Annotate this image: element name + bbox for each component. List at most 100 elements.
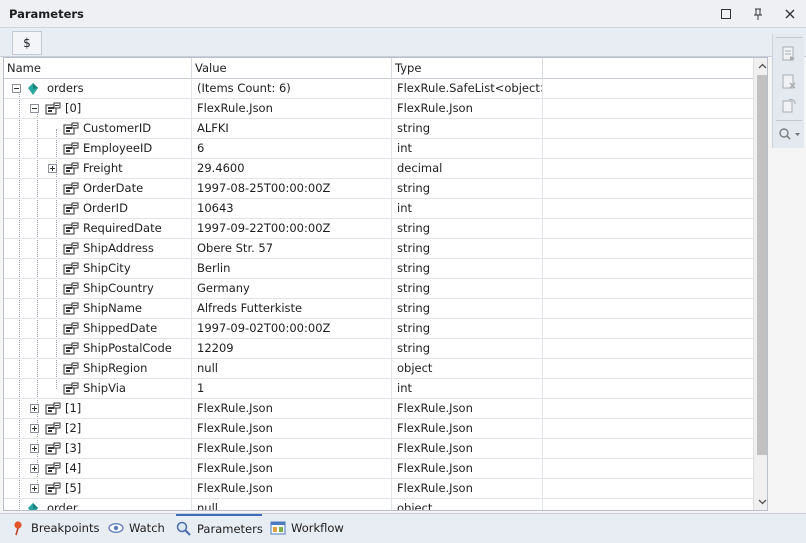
panel-title: Parameters [9, 7, 84, 21]
tab-workflow[interactable]: Workflow [270, 514, 344, 542]
pin-icon[interactable] [748, 4, 768, 24]
table-row[interactable]: [1] FlexRule.Json FlexRule.Json [4, 399, 753, 419]
row-name: RequiredDate [83, 221, 162, 235]
type-cell: string [392, 179, 543, 198]
column-header-name[interactable]: Name [4, 58, 192, 79]
value-cell: 1997-09-02T00:00:00Z [192, 319, 392, 338]
tab-parameters[interactable]: Parameters [176, 514, 263, 542]
type-cell: int [392, 139, 543, 158]
remove-watch-icon[interactable] [779, 72, 799, 92]
type-cell: string [392, 119, 543, 138]
collapse-icon[interactable] [30, 104, 39, 113]
object-icon [63, 202, 79, 216]
object-icon [45, 442, 61, 456]
search-dropdown-icon[interactable] [777, 124, 803, 144]
row-name: [1] [65, 401, 82, 415]
value-cell: 1 [192, 379, 392, 398]
object-icon [63, 222, 79, 236]
name-cell: EmployeeID [4, 139, 192, 158]
object-icon [63, 282, 79, 296]
name-cell: order [4, 499, 192, 511]
value-cell: Alfreds Futterkiste [192, 299, 392, 318]
tab-label: Watch [129, 521, 165, 535]
value-cell: FlexRule.Json [192, 439, 392, 458]
table-row[interactable]: ShipCity Berlin string [4, 259, 753, 279]
row-name: order [47, 501, 78, 511]
row-name: CustomerID [83, 121, 152, 135]
name-cell: OrderID [4, 199, 192, 218]
expand-icon[interactable] [30, 464, 39, 473]
tab-label: Parameters [197, 522, 263, 536]
maximize-icon[interactable] [716, 4, 736, 24]
value-cell: 12209 [192, 339, 392, 358]
expand-icon[interactable] [30, 404, 39, 413]
add-watch-icon[interactable] [779, 44, 799, 64]
object-icon [63, 322, 79, 336]
diamond-icon [27, 82, 43, 96]
watch-side-panel [772, 34, 804, 148]
refresh-watch-icon[interactable] [779, 96, 799, 116]
row-name: OrderID [83, 201, 128, 215]
type-cell: int [392, 379, 543, 398]
column-header-type[interactable]: Type [392, 58, 543, 79]
table-row[interactable]: ShipRegion null object [4, 359, 753, 379]
object-icon [45, 422, 61, 436]
table-row[interactable]: ShipAddress Obere Str. 57 string [4, 239, 753, 259]
table-row[interactable]: [5] FlexRule.Json FlexRule.Json [4, 479, 753, 499]
parameters-toolbar: $ [0, 28, 806, 57]
table-row[interactable]: [0] FlexRule.Json FlexRule.Json [4, 99, 753, 119]
table-row[interactable]: ShipCountry Germany string [4, 279, 753, 299]
table-row[interactable]: ShippedDate 1997-09-02T00:00:00Z string [4, 319, 753, 339]
name-cell: [0] [4, 99, 192, 118]
close-icon[interactable] [780, 4, 800, 24]
column-header-value[interactable]: Value [192, 58, 392, 79]
scrollbar-thumb[interactable] [757, 75, 767, 455]
dollar-button[interactable]: $ [12, 31, 42, 55]
object-icon [45, 402, 61, 416]
scroll-up-arrow-icon[interactable] [754, 58, 767, 74]
vertical-scrollbar[interactable] [753, 58, 767, 510]
name-cell: [2] [4, 419, 192, 438]
expand-icon[interactable] [30, 424, 39, 433]
value-cell: (Items Count: 6) [192, 79, 392, 98]
object-icon [63, 362, 79, 376]
scroll-down-arrow-icon[interactable] [754, 494, 767, 510]
row-name: ShippedDate [83, 321, 158, 335]
tab-breakpoints[interactable]: Breakpoints [10, 514, 99, 542]
object-icon [63, 342, 79, 356]
breakpoint-pin-icon [10, 520, 26, 536]
table-row[interactable]: orders (Items Count: 6) FlexRule.SafeList<… [4, 79, 753, 99]
row-name: OrderDate [83, 181, 144, 195]
expand-icon[interactable] [30, 484, 39, 493]
table-row[interactable]: RequiredDate 1997-09-22T00:00:00Z string [4, 219, 753, 239]
diamond-icon [27, 502, 43, 510]
table-row[interactable]: [2] FlexRule.Json FlexRule.Json [4, 419, 753, 439]
table-row[interactable]: ShipName Alfreds Futterkiste string [4, 299, 753, 319]
table-row[interactable]: [3] FlexRule.Json FlexRule.Json [4, 439, 753, 459]
name-cell: ShipVia [4, 379, 192, 398]
table-row[interactable]: CustomerID ALFKI string [4, 119, 753, 139]
table-row[interactable]: EmployeeID 6 int [4, 139, 753, 159]
table-row[interactable]: Freight 29.4600 decimal [4, 159, 753, 179]
type-cell: FlexRule.Json [392, 439, 543, 458]
tab-watch[interactable]: Watch [108, 514, 165, 542]
expand-icon[interactable] [48, 164, 57, 173]
type-cell: FlexRule.Json [392, 419, 543, 438]
table-row[interactable]: [4] FlexRule.Json FlexRule.Json [4, 459, 753, 479]
name-cell: RequiredDate [4, 219, 192, 238]
workflow-icon [270, 520, 286, 536]
table-row[interactable]: order null object [4, 499, 753, 511]
collapse-icon[interactable] [12, 84, 21, 93]
table-row[interactable]: ShipVia 1 int [4, 379, 753, 399]
type-cell: FlexRule.Json [392, 459, 543, 478]
expand-icon[interactable] [30, 444, 39, 453]
row-name: EmployeeID [83, 141, 153, 155]
value-cell: FlexRule.Json [192, 459, 392, 478]
panel-titlebar: Parameters [0, 0, 806, 28]
value-cell: FlexRule.Json [192, 99, 392, 118]
table-row[interactable]: ShipPostalCode 12209 string [4, 339, 753, 359]
panel-grip [776, 37, 802, 38]
row-name: [2] [65, 421, 82, 435]
table-row[interactable]: OrderID 10643 int [4, 199, 753, 219]
table-row[interactable]: OrderDate 1997-08-25T00:00:00Z string [4, 179, 753, 199]
